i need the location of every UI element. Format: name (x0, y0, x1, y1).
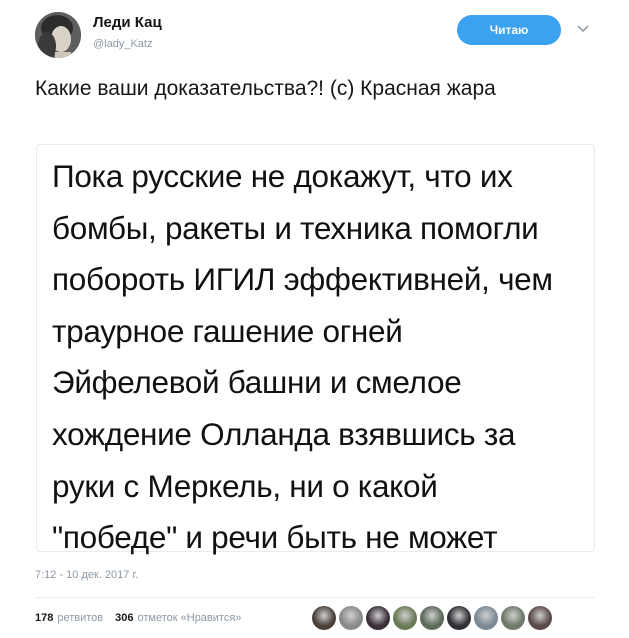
image-text-line: побороть ИГИЛ эффективней, чем (52, 261, 553, 298)
liker-avatar[interactable] (339, 606, 363, 630)
likes-stat[interactable]: 306 отметок «Нравится» (115, 612, 241, 624)
liker-avatars (312, 606, 555, 630)
liker-avatar[interactable] (528, 606, 552, 630)
liker-avatar[interactable] (393, 606, 417, 630)
divider (35, 597, 595, 598)
liker-avatar[interactable] (420, 606, 444, 630)
attached-image[interactable]: Пока русские не докажут, что их бомбы, р… (36, 144, 595, 555)
image-text: Пока русские не докажут, что их бомбы, р… (52, 151, 592, 564)
liker-avatar[interactable] (312, 606, 336, 630)
retweets-label: ретвитов (57, 612, 104, 624)
avatar-photo (35, 12, 81, 58)
author-name[interactable]: Леди Кац (93, 14, 162, 31)
image-text-line: "победе" и речи быть не может (52, 519, 498, 556)
liker-avatar[interactable] (447, 606, 471, 630)
retweets-stat[interactable]: 178 ретвитов (35, 612, 103, 624)
liker-avatar[interactable] (366, 606, 390, 630)
image-text-line: траурное гашение огней (52, 312, 403, 349)
tweet-text: Какие ваши доказательства?! (с) Красная … (35, 77, 496, 100)
liker-avatar[interactable] (501, 606, 525, 630)
follow-button[interactable]: Читаю (457, 15, 561, 45)
chevron-down-icon[interactable] (576, 22, 590, 36)
likes-label: отметок «Нравится» (137, 612, 242, 624)
image-text-line: хождение Олланда взявшись за (52, 415, 516, 452)
likes-count: 306 (115, 612, 134, 624)
liker-avatar[interactable] (474, 606, 498, 630)
image-text-line: Пока русские не докажут, что их (52, 158, 513, 194)
image-text-line: руки с Меркель, ни о какой (52, 467, 438, 504)
retweets-count: 178 (35, 612, 54, 624)
author-handle[interactable]: @lady_Katz (93, 38, 152, 50)
image-text-line: Эйфелевой башни и смелое (52, 364, 462, 401)
tweet-stats: 178 ретвитов 306 отметок «Нравится» (35, 612, 253, 624)
author-avatar[interactable] (35, 12, 81, 58)
image-text-line: бомбы, ракеты и техника помогли (52, 209, 539, 246)
tweet-timestamp[interactable]: 7:12 - 10 дек. 2017 г. (35, 569, 138, 581)
